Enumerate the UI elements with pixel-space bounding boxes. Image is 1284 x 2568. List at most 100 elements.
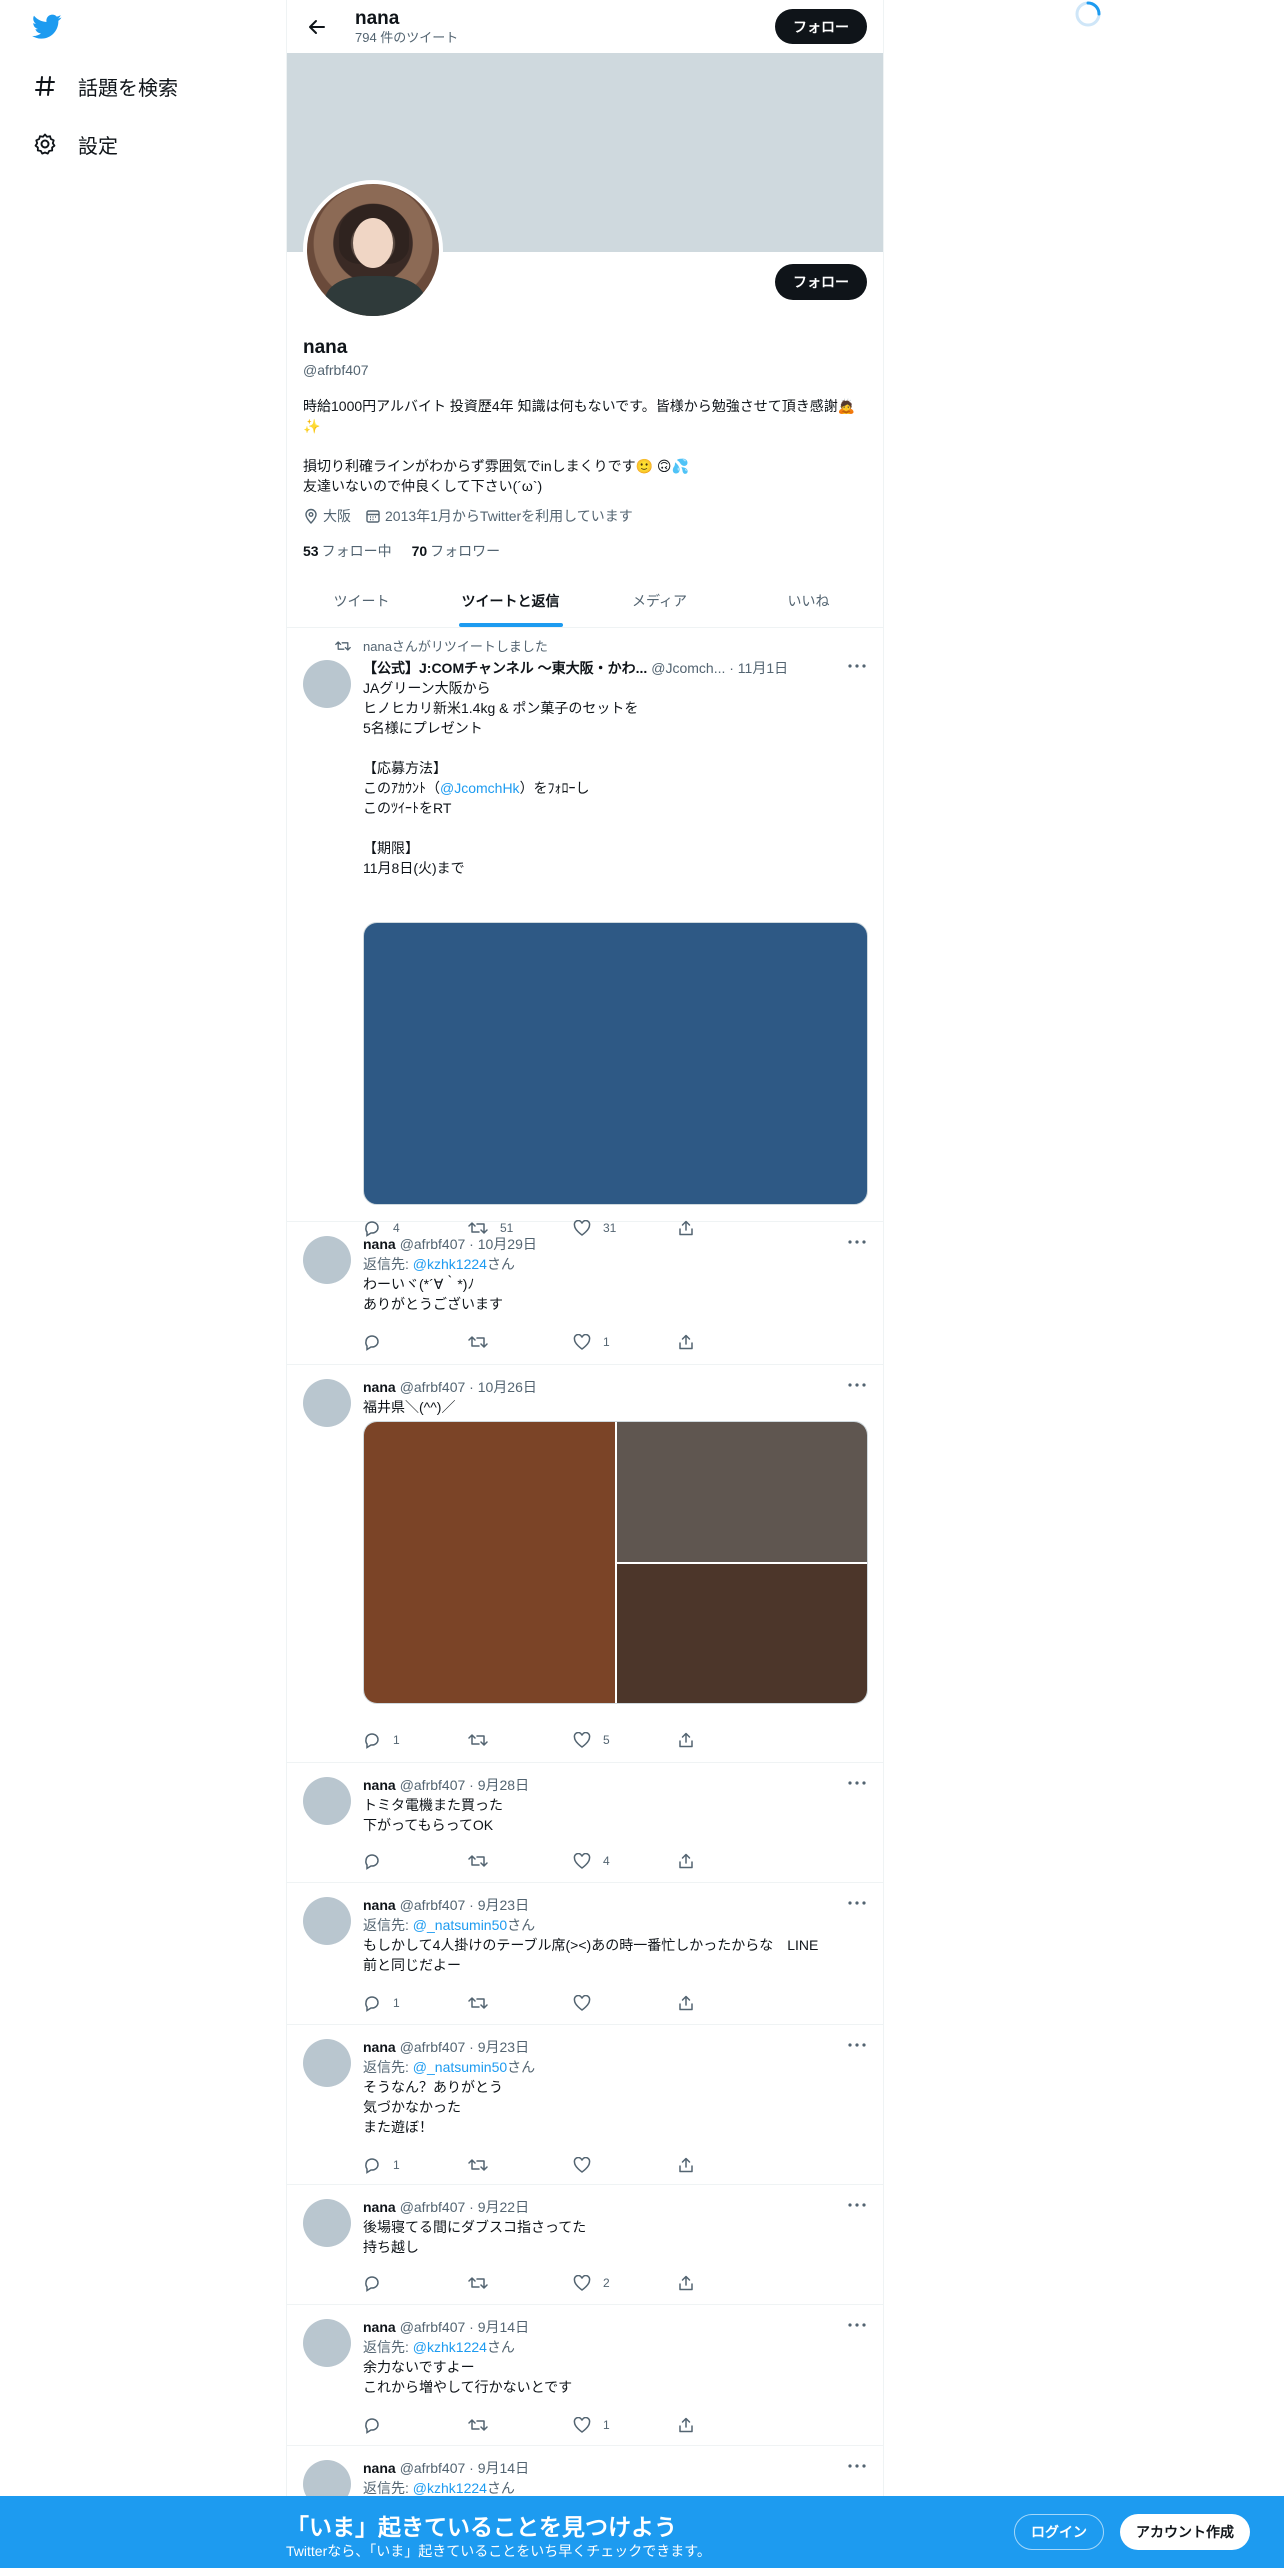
reply-button[interactable]: [363, 2273, 468, 2293]
tweet[interactable]: nana @afrbf407 · 9月23日 返信先: @_natsumin50…: [287, 2025, 883, 2185]
more-icon[interactable]: [846, 656, 868, 676]
tweet-meta[interactable]: @afrbf407 · 10月29日: [400, 1234, 537, 1254]
share-button[interactable]: [678, 2415, 783, 2435]
like-button[interactable]: 1: [573, 1332, 678, 1352]
tab-tweets-and-replies[interactable]: ツイートと返信: [436, 575, 585, 627]
signup-button[interactable]: アカウント作成: [1120, 2514, 1250, 2550]
follow-button[interactable]: フォロー: [775, 264, 867, 300]
retweet-button[interactable]: [468, 2273, 573, 2293]
avatar[interactable]: [303, 1236, 351, 1284]
tweet-meta[interactable]: @afrbf407 · 10月26日: [400, 1377, 537, 1397]
tweet-image[interactable]: [617, 1422, 867, 1562]
tweet[interactable]: nana @afrbf407 · 9月23日 返信先: @_natsumin50…: [287, 1883, 883, 2025]
retweet-button[interactable]: [468, 2155, 573, 2175]
avatar[interactable]: [303, 2319, 351, 2367]
reply-button[interactable]: 1: [363, 1730, 468, 1750]
tweet[interactable]: nana @afrbf407 · 9月22日 後場寝てる間にダブスコ指さってた …: [287, 2185, 883, 2305]
back-arrow-icon[interactable]: [299, 9, 335, 45]
tab-media[interactable]: メディア: [585, 575, 734, 627]
tweet-author-name[interactable]: nana: [363, 1777, 396, 1793]
retweet-icon: [468, 2277, 488, 2289]
login-button[interactable]: ログイン: [1014, 2514, 1104, 2550]
retweet-button[interactable]: [468, 1851, 573, 1871]
more-icon[interactable]: [846, 2315, 868, 2335]
tweet[interactable]: nana @afrbf407 · 10月29日 返信先: @kzhk1224さん…: [287, 1222, 883, 1365]
avatar[interactable]: [303, 1777, 351, 1825]
tweet-image[interactable]: [364, 1422, 615, 1703]
more-icon[interactable]: [846, 1893, 868, 1913]
retweet-button[interactable]: [468, 1332, 573, 1352]
more-icon[interactable]: [846, 2035, 868, 2055]
reply-button[interactable]: [363, 2415, 468, 2435]
reply-button[interactable]: 1: [363, 1993, 468, 2013]
reply-icon: [365, 2418, 379, 2434]
like-button[interactable]: [573, 2155, 678, 2175]
like-button[interactable]: 4: [573, 1851, 678, 1871]
sidebar-item-settings[interactable]: 設定: [32, 124, 118, 164]
tweet-author-name[interactable]: nana: [363, 1897, 396, 1913]
reply-button[interactable]: [363, 1332, 468, 1352]
share-button[interactable]: [678, 1993, 783, 2013]
like-button[interactable]: 2: [573, 2273, 678, 2293]
retweet-button[interactable]: [468, 1993, 573, 2013]
reply-button[interactable]: 1: [363, 2155, 468, 2175]
twitter-logo-icon[interactable]: [32, 14, 66, 44]
tweet-author-name[interactable]: nana: [363, 1236, 396, 1252]
tweet-author-name[interactable]: nana: [363, 2460, 396, 2476]
share-button[interactable]: [678, 2273, 783, 2293]
tweet-image[interactable]: [617, 1564, 867, 1703]
like-button[interactable]: 1: [573, 2415, 678, 2435]
more-icon[interactable]: [846, 1232, 868, 1252]
avatar[interactable]: [303, 1379, 351, 1427]
tweet-meta[interactable]: @Jcomch... · 11月1日: [651, 658, 788, 678]
tweet-header: 【公式】J:COMチャンネル 〜東大阪・かわ... @Jcomch... · 1…: [363, 658, 868, 678]
tweet[interactable]: nana @afrbf407 · 10月26日 福井県＼(^^)／ 1 5: [287, 1365, 883, 1763]
following-link[interactable]: 53 フォロー中: [303, 541, 392, 561]
like-button[interactable]: 5: [573, 1730, 678, 1750]
reply-to-user[interactable]: @kzhk1224: [413, 2339, 487, 2355]
tweet-image[interactable]: [363, 922, 868, 1205]
share-button[interactable]: [678, 2155, 783, 2175]
avatar[interactable]: [303, 1897, 351, 1945]
tweet-author-name[interactable]: nana: [363, 2319, 396, 2335]
tweet-meta[interactable]: @afrbf407 · 9月28日: [400, 1775, 529, 1795]
tweet-meta[interactable]: @afrbf407 · 9月22日: [400, 2197, 529, 2217]
sidebar-item-explore[interactable]: 話題を検索: [32, 66, 178, 106]
tweet[interactable]: nana @afrbf407 · 9月28日 トミタ電機また買った 下がってもら…: [287, 1763, 883, 1883]
followers-link[interactable]: 70 フォロワー: [412, 541, 501, 561]
reply-to-user[interactable]: @_natsumin50: [413, 2059, 507, 2075]
reply-to-user[interactable]: @_natsumin50: [413, 1917, 507, 1933]
tweet-author-name[interactable]: nana: [363, 2199, 396, 2215]
avatar[interactable]: [303, 660, 351, 708]
more-icon[interactable]: [846, 2456, 868, 2476]
tab-likes[interactable]: いいね: [734, 575, 883, 627]
avatar[interactable]: [303, 2199, 351, 2247]
more-icon[interactable]: [846, 1773, 868, 1793]
share-button[interactable]: [678, 1332, 783, 1352]
share-button[interactable]: [678, 1851, 783, 1871]
tweet-author-name[interactable]: nana: [363, 2039, 396, 2055]
share-button[interactable]: [678, 1730, 783, 1750]
tweet[interactable]: nana @afrbf407 · 9月14日 返信先: @kzhk1224さん …: [287, 2305, 883, 2446]
retweet-button[interactable]: [468, 2415, 573, 2435]
tweet-header: nana @afrbf407 · 9月23日: [363, 2037, 868, 2057]
tweet-meta[interactable]: @afrbf407 · 9月14日: [400, 2458, 529, 2478]
tweet[interactable]: nanaさんがリツイートしました 【公式】J:COMチャンネル 〜東大阪・かわ.…: [287, 628, 883, 1237]
tweet-author-name[interactable]: nana: [363, 1379, 396, 1395]
more-icon[interactable]: [846, 1375, 868, 1395]
reply-button[interactable]: [363, 1851, 468, 1871]
tweet-meta[interactable]: @afrbf407 · 9月23日: [400, 2037, 529, 2057]
tab-tweets[interactable]: ツイート: [287, 575, 436, 627]
header-follow-button[interactable]: フォロー: [775, 9, 867, 44]
reply-to-user[interactable]: @kzhk1224: [413, 1256, 487, 1272]
mention-link[interactable]: @JcomchHk: [440, 780, 520, 796]
avatar[interactable]: [303, 2039, 351, 2087]
retweet-button[interactable]: [468, 1730, 573, 1750]
tweet-author-name[interactable]: 【公式】J:COMチャンネル 〜東大阪・かわ...: [363, 658, 647, 678]
reply-to-user[interactable]: @kzhk1224: [413, 2480, 487, 2496]
more-icon[interactable]: [846, 2195, 868, 2215]
profile-avatar[interactable]: [303, 180, 443, 320]
tweet-meta[interactable]: @afrbf407 · 9月23日: [400, 1895, 529, 1915]
like-button[interactable]: [573, 1993, 678, 2013]
tweet-meta[interactable]: @afrbf407 · 9月14日: [400, 2317, 529, 2337]
